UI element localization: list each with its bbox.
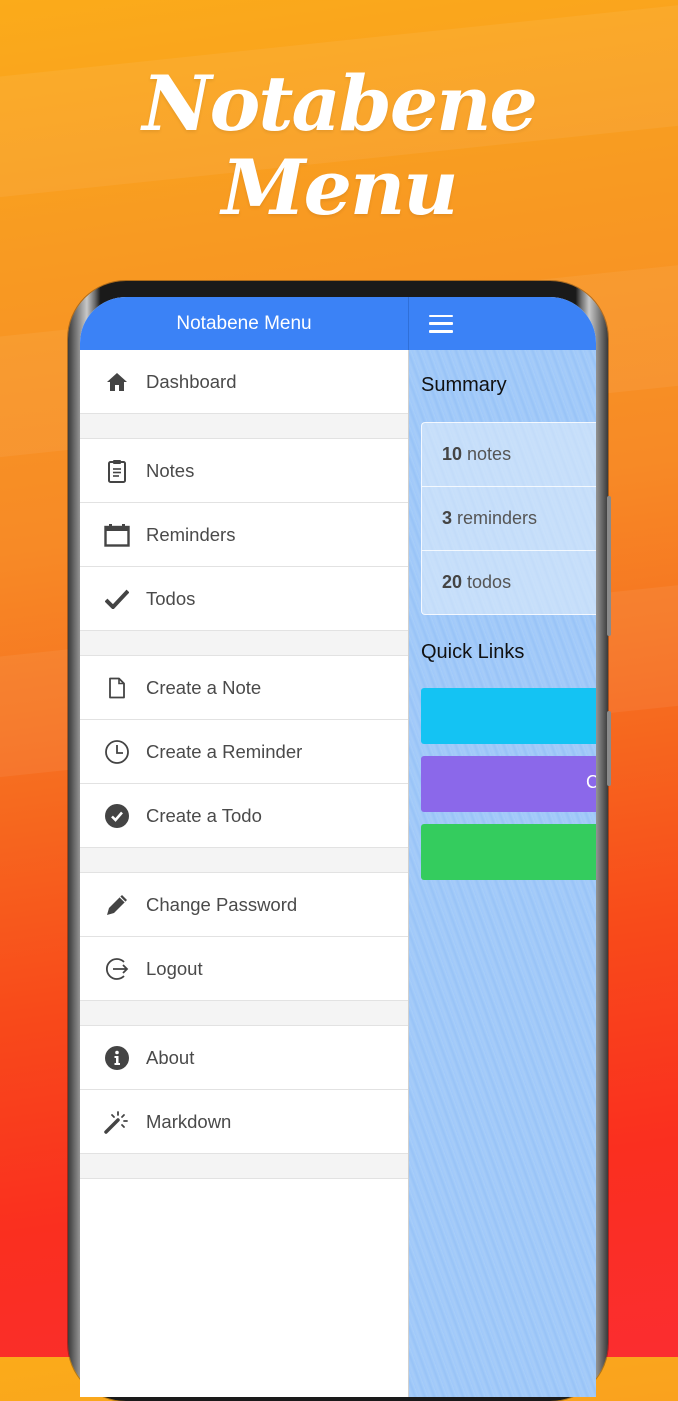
pencil-icon xyxy=(100,892,134,918)
quick-links-title: Quick Links xyxy=(421,641,525,663)
clipboard-icon xyxy=(100,459,134,483)
volume-button xyxy=(607,496,611,636)
home-icon xyxy=(100,372,134,392)
menu-item-label: About xyxy=(146,1046,195,1068)
menu-item-label: Notes xyxy=(146,459,195,481)
summary-label: reminders xyxy=(457,508,538,528)
menu-item-label: Markdown xyxy=(146,1110,232,1132)
promo-title-line2: Menu xyxy=(221,143,459,232)
menu-item-label: Reminders xyxy=(146,523,236,545)
menu-separator xyxy=(80,414,408,439)
summary-count: 20 xyxy=(442,572,463,592)
summary-title: Summary xyxy=(421,374,507,396)
menu-item-label: Change Password xyxy=(146,893,298,915)
app-screen: Notabene Menu Dashboard Notes Reminders … xyxy=(80,297,596,1397)
power-button xyxy=(607,711,611,786)
quick-link-button-3[interactable] xyxy=(421,824,596,880)
app-header: Notabene Menu xyxy=(80,297,596,350)
magic-wand-icon xyxy=(100,1109,134,1135)
menu-item-label: Create a Reminder xyxy=(146,740,303,762)
menu-item-logout[interactable]: Logout xyxy=(80,937,408,1001)
header-title: Notabene Menu xyxy=(80,297,409,350)
menu-item-create-reminder[interactable]: Create a Reminder xyxy=(80,720,408,784)
summary-row-todos[interactable]: 20 todos xyxy=(422,551,596,614)
menu-item-create-todo[interactable]: Create a Todo xyxy=(80,784,408,848)
menu-item-create-note[interactable]: Create a Note xyxy=(80,656,408,720)
promo-title-line1: Notabene xyxy=(142,59,538,148)
menu-item-label: Create a Note xyxy=(146,676,262,698)
quick-link-label: C xyxy=(586,772,596,792)
hamburger-icon[interactable] xyxy=(429,314,453,333)
summary-row-notes[interactable]: 10 notes xyxy=(422,423,596,487)
menu-item-notes[interactable]: Notes xyxy=(80,439,408,503)
clock-icon xyxy=(100,739,134,765)
file-icon xyxy=(100,677,134,699)
summary-label: notes xyxy=(467,444,512,464)
check-circle-icon xyxy=(100,803,134,829)
menu-item-label: Todos xyxy=(146,587,196,609)
summary-count: 10 xyxy=(442,444,463,464)
promo-title: Notabene Menu xyxy=(0,62,678,230)
menu-item-about[interactable]: About xyxy=(80,1026,408,1090)
phone-frame: Notabene Menu Dashboard Notes Reminders … xyxy=(68,281,611,1401)
summary-list: 10 notes 3 reminders 20 todos xyxy=(421,422,596,615)
menu-item-label: Create a Todo xyxy=(146,804,262,826)
menu-item-markdown[interactable]: Markdown xyxy=(80,1090,408,1154)
menu-separator xyxy=(80,1001,408,1026)
menu-separator xyxy=(80,848,408,873)
side-menu: Dashboard Notes Reminders Todos Create a… xyxy=(80,350,409,1397)
menu-item-label: Logout xyxy=(146,957,203,979)
summary-count: 3 xyxy=(442,508,453,528)
menu-item-todos[interactable]: Todos xyxy=(80,567,408,631)
menu-item-label: Dashboard xyxy=(146,370,237,392)
menu-item-change-password[interactable]: Change Password xyxy=(80,873,408,937)
menu-item-reminders[interactable]: Reminders xyxy=(80,503,408,567)
info-icon xyxy=(100,1045,134,1071)
main-content: Summary 10 notes 3 reminders 20 todos Quick… xyxy=(409,350,596,1397)
menu-item-dashboard[interactable]: Dashboard xyxy=(80,350,408,414)
check-icon xyxy=(100,589,134,609)
logout-icon xyxy=(100,956,134,982)
calendar-icon xyxy=(100,523,134,547)
summary-row-reminders[interactable]: 3 reminders xyxy=(422,487,596,551)
quick-link-button-1[interactable] xyxy=(421,688,596,744)
menu-separator xyxy=(80,631,408,656)
menu-separator xyxy=(80,1154,408,1179)
summary-label: todos xyxy=(467,572,512,592)
quick-link-button-2[interactable]: C xyxy=(421,756,596,812)
